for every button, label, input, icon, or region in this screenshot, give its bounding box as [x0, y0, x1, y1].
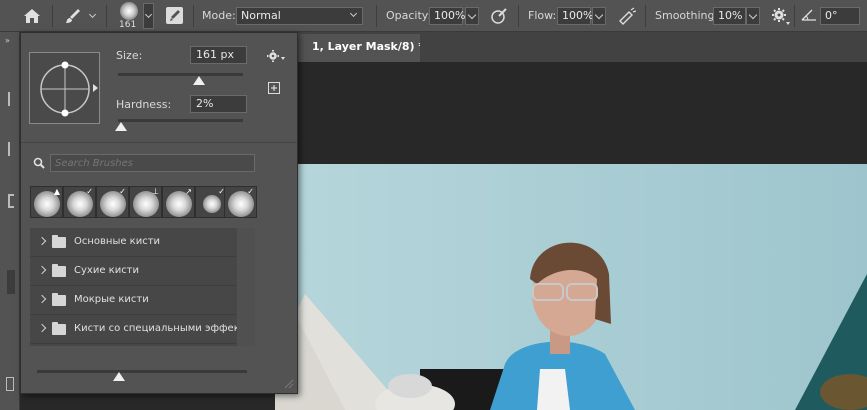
chevron-down-icon — [349, 9, 358, 18]
preview-size-slider-thumb[interactable] — [112, 372, 125, 381]
tool-icon[interactable] — [7, 270, 15, 294]
new-preset-icon[interactable] — [268, 82, 281, 95]
brush-angle-preview-icon — [40, 61, 90, 117]
airbrush-icon[interactable] — [617, 7, 637, 25]
opacity-field[interactable]: 100% — [429, 7, 465, 25]
opacity-label: Opacity: — [386, 9, 432, 22]
size-slider-track[interactable] — [118, 73, 243, 76]
divider — [21, 142, 297, 143]
flow-label: Flow: — [528, 9, 557, 22]
photo-image — [275, 164, 867, 410]
opacity-dropdown[interactable] — [465, 7, 479, 25]
folder-icon — [52, 235, 66, 248]
size-label: Size: — [116, 49, 143, 62]
search-brushes-input[interactable] — [50, 154, 255, 172]
resize-grip-icon[interactable] — [283, 378, 294, 389]
smoothing-dropdown[interactable] — [746, 7, 760, 25]
mode-select[interactable]: Normal — [236, 7, 363, 25]
brush-preset-picker: Size: 161 px Hardness: 2% ▲ ✓ ✓ ⊥ ↗ ✓ ✓ … — [20, 32, 298, 394]
brush-preset[interactable]: ↗ — [162, 186, 195, 218]
folder-name: Кисти со специальными эффек... — [74, 323, 250, 334]
canvas-photo[interactable] — [275, 164, 867, 410]
hardness-slider-track[interactable] — [118, 119, 243, 122]
size-slider-thumb[interactable] — [193, 76, 206, 85]
brush-folder-row[interactable]: Основные кисти — [30, 228, 237, 257]
brush-folder-row[interactable]: Мокрые кисти — [30, 286, 237, 315]
folder-name: Сухие кисти — [74, 265, 140, 276]
tool-preset-chevron-icon[interactable] — [88, 10, 97, 19]
brush-size-readout: 161 — [119, 20, 137, 30]
brush-preset[interactable]: ✓ — [96, 186, 129, 218]
chevron-right-icon[interactable] — [37, 265, 47, 275]
tool-icon[interactable] — [8, 194, 14, 208]
gear-icon[interactable] — [771, 7, 791, 27]
angle-icon — [801, 9, 816, 21]
collapse-panel-icon[interactable]: » — [5, 36, 10, 45]
brush-folder-row[interactable]: Кисти со специальными эффек... — [30, 315, 249, 344]
brush-tool-icon[interactable] — [64, 7, 82, 25]
folder-icon — [52, 322, 66, 335]
brush-preset[interactable]: ✓ — [63, 186, 96, 218]
brush-folder-list: Основные кисти Сухие кисти Мокрые кисти … — [30, 228, 255, 346]
hardness-label: Hardness: — [116, 98, 172, 111]
pressure-opacity-icon[interactable] — [490, 7, 508, 25]
brush-preset[interactable]: ✓ — [224, 186, 257, 218]
brush-picker-dropdown[interactable] — [143, 3, 154, 29]
chevron-right-icon[interactable] — [37, 236, 47, 246]
document-tab[interactable]: 1, Layer Mask/8) * — [298, 34, 420, 62]
hardness-field[interactable]: 2% — [190, 95, 247, 113]
folder-icon — [52, 293, 66, 306]
mode-value: Normal — [241, 9, 281, 22]
size-field[interactable]: 161 px — [190, 46, 247, 64]
tool-icon[interactable] — [8, 142, 12, 156]
search-icon — [33, 157, 45, 169]
folder-list-scrollbar[interactable] — [237, 228, 255, 346]
brush-preview-icon[interactable] — [120, 2, 138, 20]
folder-icon — [52, 264, 66, 277]
flow-field[interactable]: 100% — [557, 7, 593, 25]
flow-dropdown[interactable] — [592, 7, 606, 25]
smoothing-field[interactable]: 10% — [713, 7, 746, 25]
chevron-right-icon[interactable] — [37, 323, 47, 333]
brush-folder-row[interactable]: Сухие кисти — [30, 257, 237, 286]
brush-preset[interactable]: ⊥ — [129, 186, 162, 218]
smoothing-label: Smoothing: — [655, 9, 719, 22]
home-icon[interactable] — [23, 8, 41, 24]
angle-field[interactable]: 0° — [820, 7, 860, 25]
chevron-down-icon — [144, 10, 153, 19]
brush-preset[interactable]: ▲ — [30, 186, 63, 218]
folder-name: Мокрые кисти — [74, 294, 149, 305]
brush-tip-preview[interactable] — [29, 52, 100, 124]
brush-settings-toggle[interactable] — [166, 7, 183, 24]
tool-icon[interactable] — [6, 377, 14, 391]
hardness-slider-thumb[interactable] — [114, 122, 127, 131]
preview-size-slider-track[interactable] — [37, 370, 247, 373]
gear-icon[interactable] — [266, 49, 286, 63]
mode-label: Mode: — [202, 9, 236, 22]
tools-panel: » — [0, 32, 20, 410]
brush-settings-icon — [170, 10, 180, 21]
tool-icon[interactable] — [8, 92, 12, 106]
chevron-right-icon[interactable] — [37, 294, 47, 304]
folder-name: Основные кисти — [74, 236, 161, 247]
preview-arrow-icon — [93, 84, 98, 92]
options-bar: 161 Mode: Normal Opacity: 100% Flow: 100… — [0, 0, 867, 32]
